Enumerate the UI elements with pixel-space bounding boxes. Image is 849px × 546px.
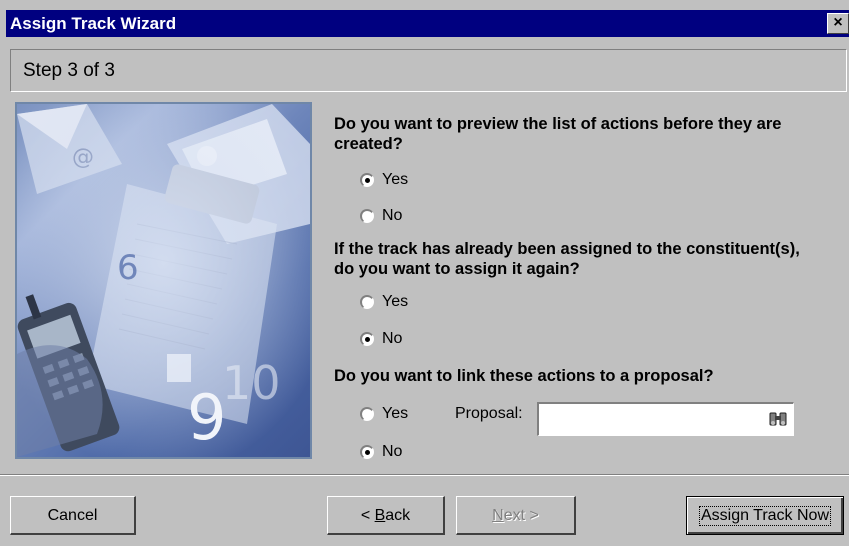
svg-text:9: 9 <box>187 381 226 454</box>
window-title: Assign Track Wizard <box>10 14 177 33</box>
step-header: Step 3 of 3 <box>10 49 847 92</box>
proposal-question: Do you want to link these actions to a p… <box>334 367 714 385</box>
assign-track-now-button[interactable]: Assign Track Now <box>686 496 844 535</box>
wizard-illustration-graphic: @ 6 10 9 <box>17 104 310 457</box>
proposal-yes-label: Yes <box>382 405 409 422</box>
wizard-illustration: @ 6 10 9 <box>15 102 312 459</box>
back-rest: ack <box>385 507 411 524</box>
preview-no-radio[interactable] <box>360 209 374 223</box>
next-button[interactable]: Next > <box>456 496 576 535</box>
svg-text:6: 6 <box>117 248 139 288</box>
proposal-field-label: Proposal: <box>455 405 523 422</box>
preview-question: Do you want to preview the list of actio… <box>334 115 782 153</box>
cancel-button[interactable]: Cancel <box>10 496 136 535</box>
back-prefix: < <box>360 507 375 524</box>
back-mnemonic: B <box>374 507 386 524</box>
preview-yes-option[interactable]: Yes <box>360 171 408 189</box>
assign-track-now-label: Assign Track Now <box>698 506 832 526</box>
preview-no-label: No <box>382 207 403 224</box>
proposal-yes-radio[interactable] <box>360 407 374 421</box>
preview-yes-radio[interactable] <box>360 173 374 187</box>
cancel-button-label: Cancel <box>47 507 98 524</box>
title-bar: Assign Track Wizard × <box>6 10 849 37</box>
next-rest: ext > <box>503 507 539 524</box>
reassign-no-radio[interactable] <box>360 332 374 346</box>
back-button-label: < Back <box>361 507 410 524</box>
reassign-no-option[interactable]: No <box>360 330 402 348</box>
back-button[interactable]: < Back <box>327 496 445 535</box>
reassign-yes-radio[interactable] <box>360 295 374 309</box>
close-icon: × <box>833 14 843 31</box>
reassign-yes-label: Yes <box>382 293 409 310</box>
proposal-lookup-button[interactable] <box>766 408 790 430</box>
binoculars-icon <box>769 412 787 426</box>
proposal-input[interactable] <box>537 402 794 436</box>
next-mnemonic: N <box>492 507 504 524</box>
reassign-no-label: No <box>382 330 403 347</box>
preview-no-option[interactable]: No <box>360 207 402 225</box>
reassign-question: If the track has already been assigned t… <box>334 240 800 278</box>
proposal-no-radio[interactable] <box>360 445 374 459</box>
svg-text:10: 10 <box>222 356 281 410</box>
reassign-yes-option[interactable]: Yes <box>360 293 408 311</box>
preview-yes-label: Yes <box>382 171 409 188</box>
step-label: Step 3 of 3 <box>23 60 115 81</box>
close-button[interactable]: × <box>827 13 849 34</box>
next-button-label: Next > <box>492 507 539 524</box>
proposal-no-option[interactable]: No <box>360 443 402 461</box>
footer-divider <box>0 474 849 476</box>
proposal-no-label: No <box>382 443 403 460</box>
proposal-yes-option[interactable]: Yes <box>360 405 408 423</box>
